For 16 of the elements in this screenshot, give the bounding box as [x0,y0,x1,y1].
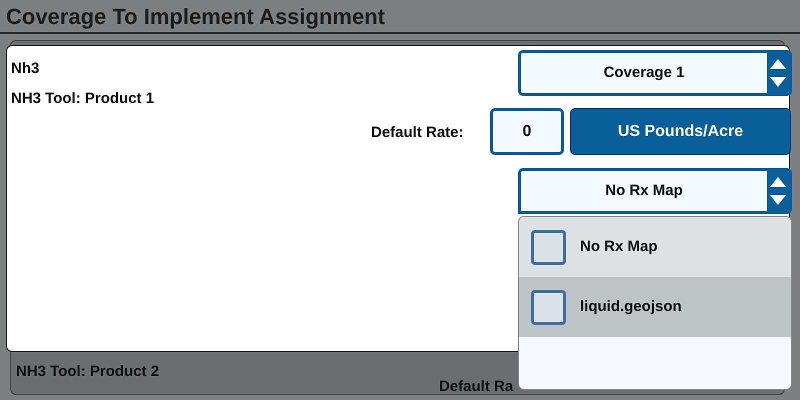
tool-label: NH3 Tool: Product 1 [11,89,154,109]
checkbox[interactable] [531,290,566,324]
dropdown-option[interactable]: liquid.geojson [519,277,791,337]
tool-label: NH3 Tool: Product 2 [16,362,160,382]
rate-label: Default Rate: [371,123,464,143]
up-down-arrows-icon [769,57,787,89]
coverage-selector[interactable]: Coverage 1 [518,50,792,96]
up-down-arrows-icon [769,175,787,207]
rx-map-selector[interactable]: No Rx Map [518,168,792,214]
dropdown-option[interactable]: No Rx Map [519,217,791,277]
checkbox[interactable] [531,230,566,264]
page-title: Coverage To Implement Assignment [0,0,800,34]
units-button[interactable]: US Pounds/Acre [570,108,791,155]
rate-label: Default Ra [439,377,514,397]
product-label: Nh3 [11,59,40,79]
rate-input[interactable]: 0 [490,108,564,155]
